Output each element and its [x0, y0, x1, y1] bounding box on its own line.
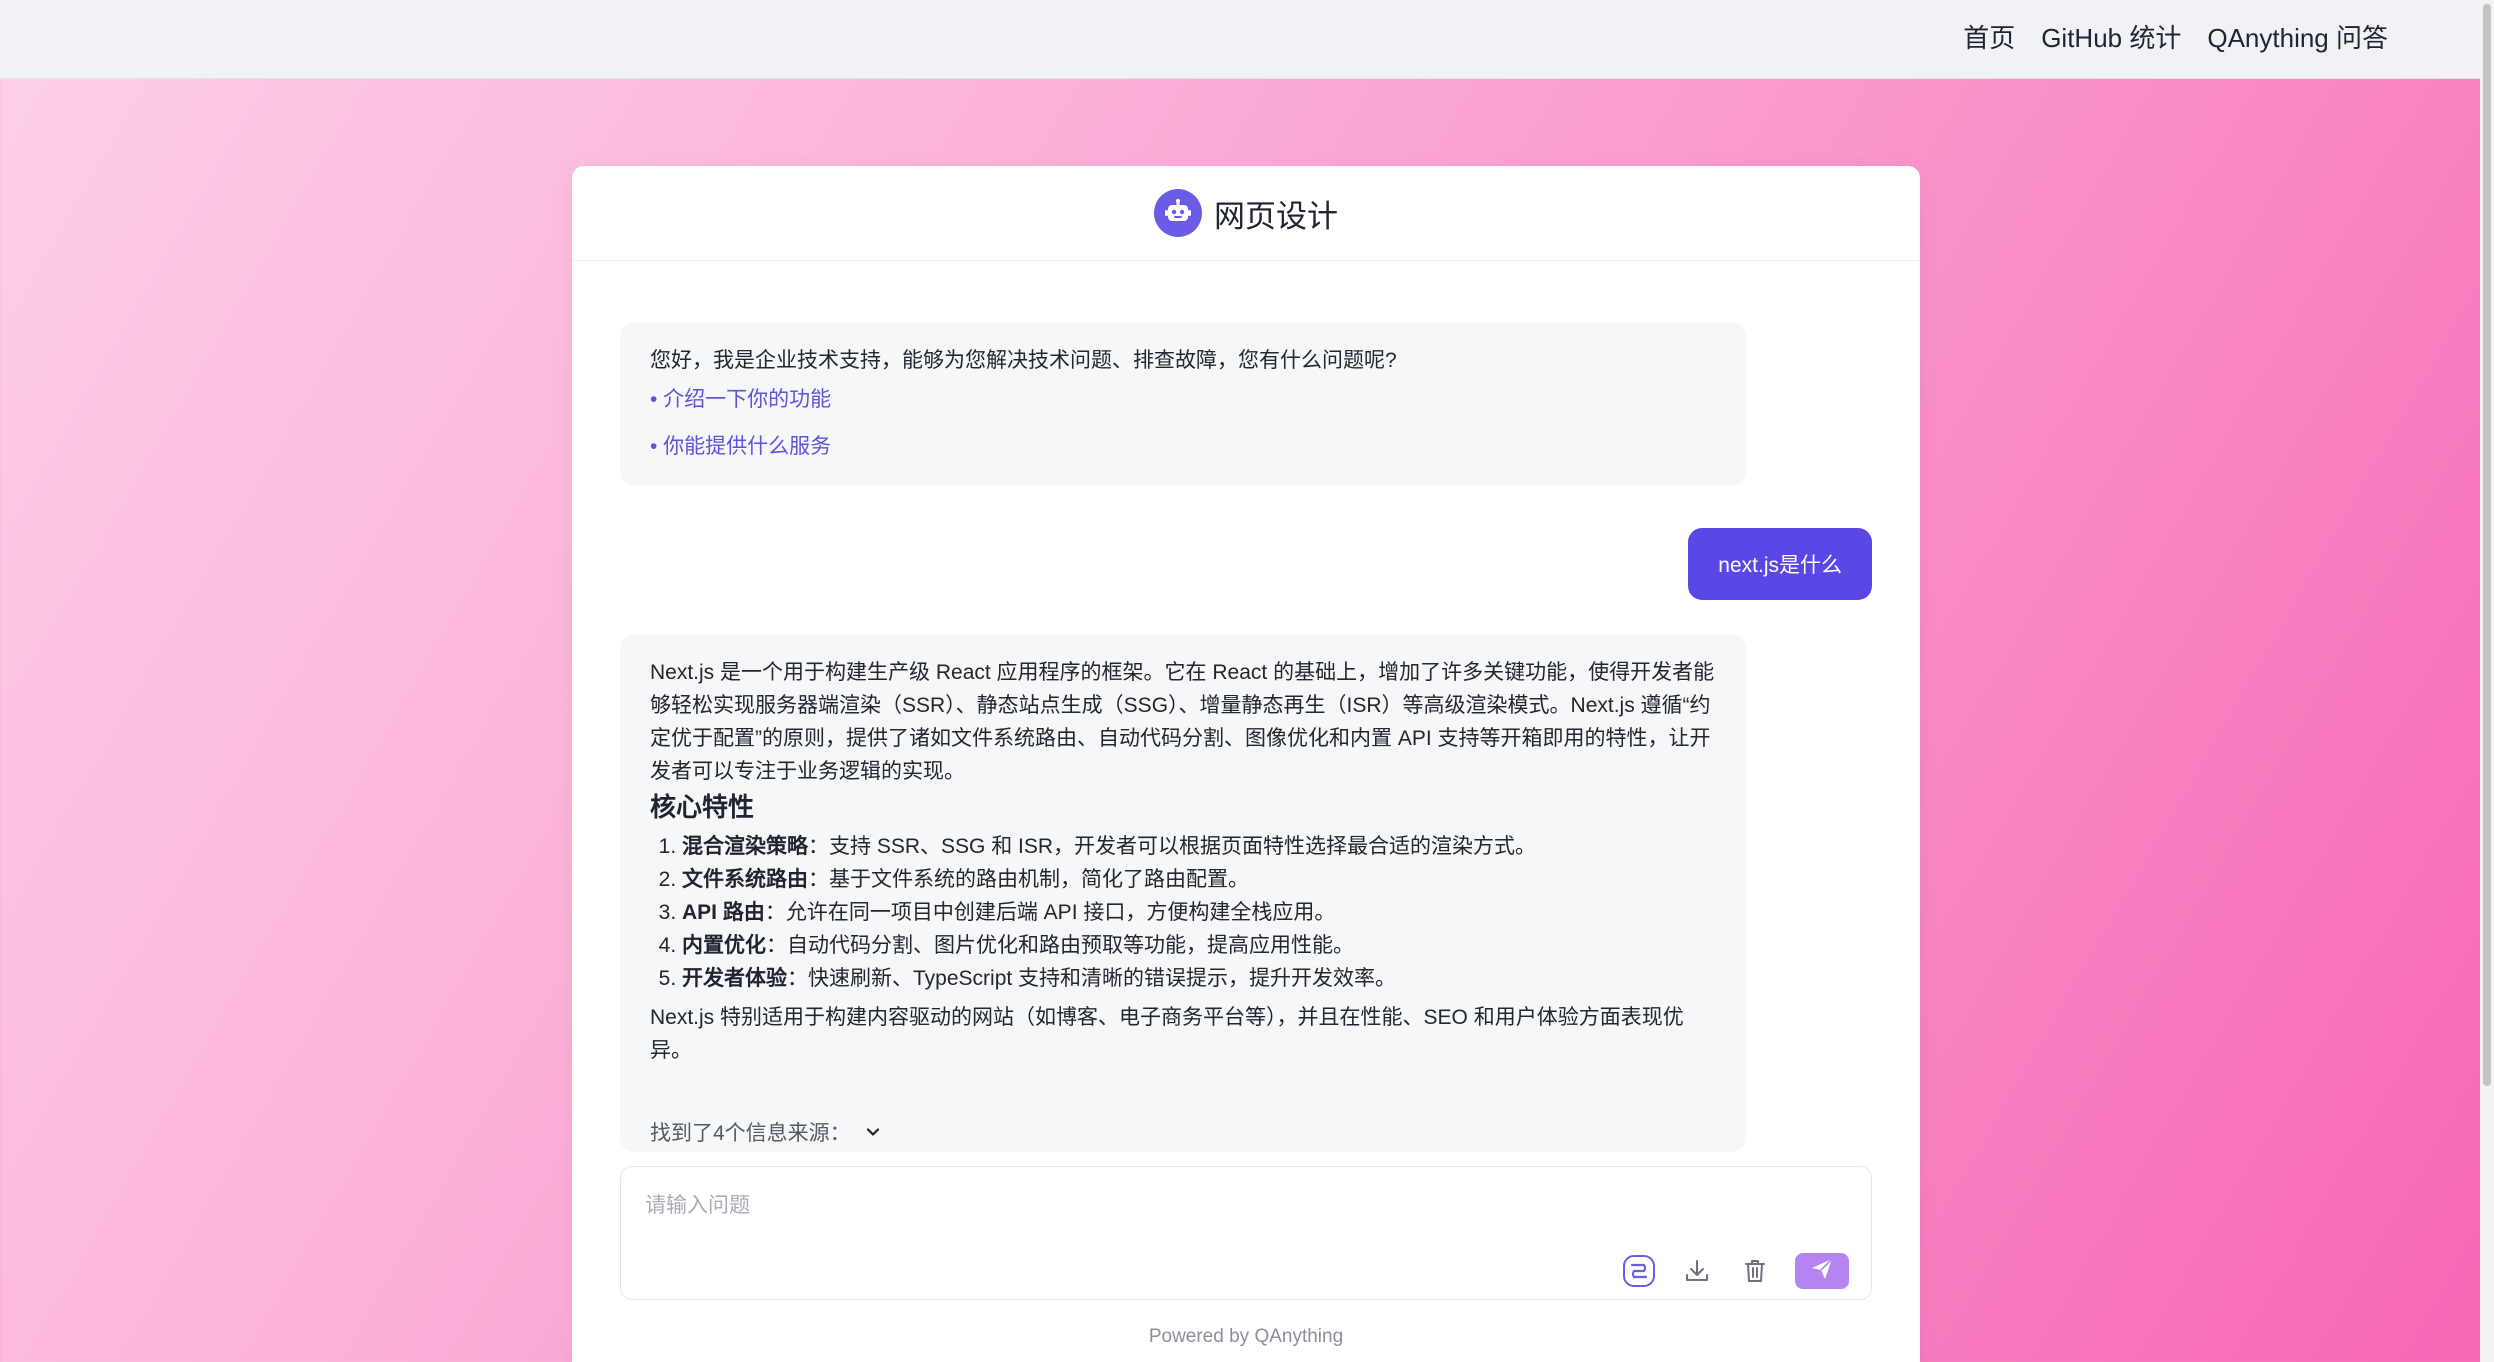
page-scrollbar[interactable]	[2480, 0, 2494, 1362]
chevron-down-icon	[865, 1117, 881, 1150]
nav-qanything-link[interactable]: QAnything 问答	[2207, 18, 2388, 55]
feature-item: 内置优化：自动代码分割、图片优化和路由预取等功能，提高应用性能。	[682, 929, 1716, 962]
send-icon	[1809, 1256, 1835, 1287]
feature-item: 文件系统路由：基于文件系统的路由机制，简化了路由配置。	[682, 863, 1716, 896]
answer-closing: Next.js 特别适用于构建内容驱动的网站（如博客、电子商务平台等），并且在性…	[650, 1006, 1684, 1062]
features-list: 混合渲染策略：支持 SSR、SSG 和 ISR，开发者可以根据页面特性选择最合适…	[650, 830, 1716, 995]
feature-desc: ：快速刷新、TypeScript 支持和清晰的错误提示，提升开发效率。	[787, 967, 1397, 990]
input-toolbar	[1621, 1253, 1849, 1289]
feature-title: 文件系统路由	[682, 868, 808, 891]
suggestion-features[interactable]: • 介绍一下你的功能	[650, 383, 1716, 416]
answer-heading: 核心特性	[650, 792, 755, 822]
scrollbar-thumb[interactable]	[2483, 4, 2491, 1086]
feature-desc: ：基于文件系统的路由机制，简化了路由配置。	[808, 868, 1249, 891]
feature-item: 开发者体验：快速刷新、TypeScript 支持和清晰的错误提示，提升开发效率。	[682, 962, 1716, 995]
feature-title: 开发者体验	[682, 967, 787, 990]
bot-greeting-message: 您好，我是企业技术支持，能够为您解决技术问题、排查故障，您有什么问题呢? • 介…	[620, 322, 1746, 486]
nav-home-link[interactable]: 首页	[1963, 18, 2015, 55]
answer-intro: Next.js 是一个用于构建生产级 React 应用程序的框架。它在 Reac…	[650, 661, 1715, 783]
chat-header: 网页设计	[572, 166, 1920, 261]
suggestion-services[interactable]: • 你能提供什么服务	[650, 430, 1716, 463]
feature-title: API 路由	[682, 901, 765, 924]
bot-answer-message: Next.js 是一个用于构建生产级 React 应用程序的框架。它在 Reac…	[620, 634, 1746, 1152]
top-nav: 首页 GitHub 统计 QAnything 问答	[1963, 0, 2388, 72]
send-button[interactable]	[1795, 1253, 1849, 1289]
top-navbar: 首页 GitHub 统计 QAnything 问答	[0, 0, 2480, 79]
greeting-text: 您好，我是企业技术支持，能够为您解决技术问题、排查故障，您有什么问题呢?	[650, 349, 1397, 372]
feature-title: 混合渲染策略	[682, 835, 808, 858]
sources-toggle[interactable]: 找到了4个信息来源：	[650, 1117, 1716, 1150]
sparkle-icon[interactable]	[1621, 1253, 1657, 1289]
user-message: next.js是什么	[1688, 528, 1872, 600]
feature-desc: ：自动代码分割、图片优化和路由预取等功能，提高应用性能。	[766, 934, 1354, 957]
download-icon[interactable]	[1679, 1253, 1715, 1289]
feature-item: API 路由：允许在同一项目中创建后端 API 接口，方便构建全栈应用。	[682, 896, 1716, 929]
feature-item: 混合渲染策略：支持 SSR、SSG 和 ISR，开发者可以根据页面特性选择最合适…	[682, 830, 1716, 863]
robot-icon	[1154, 189, 1202, 237]
user-message-text: next.js是什么	[1718, 554, 1842, 577]
feature-desc: ：允许在同一项目中创建后端 API 接口，方便构建全栈应用。	[764, 901, 1336, 924]
nav-github-stats-link[interactable]: GitHub 统计	[2041, 18, 2181, 55]
sources-label: 找到了4个信息来源：	[650, 1122, 851, 1145]
trash-icon[interactable]	[1737, 1253, 1773, 1289]
feature-title: 内置优化	[682, 934, 766, 957]
question-input[interactable]	[643, 1187, 1747, 1225]
chat-title: 网页设计	[1214, 198, 1338, 234]
question-input-box	[620, 1166, 1872, 1300]
powered-by-footer: Powered by QAnything	[1148, 1326, 1344, 1347]
feature-desc: ：支持 SSR、SSG 和 ISR，开发者可以根据页面特性选择最合适的渲染方式。	[808, 835, 1537, 858]
chat-card: 网页设计 您好，我是企业技术支持，能够为您解决技术问题、排查故障，您有什么问题呢…	[572, 166, 1920, 1362]
